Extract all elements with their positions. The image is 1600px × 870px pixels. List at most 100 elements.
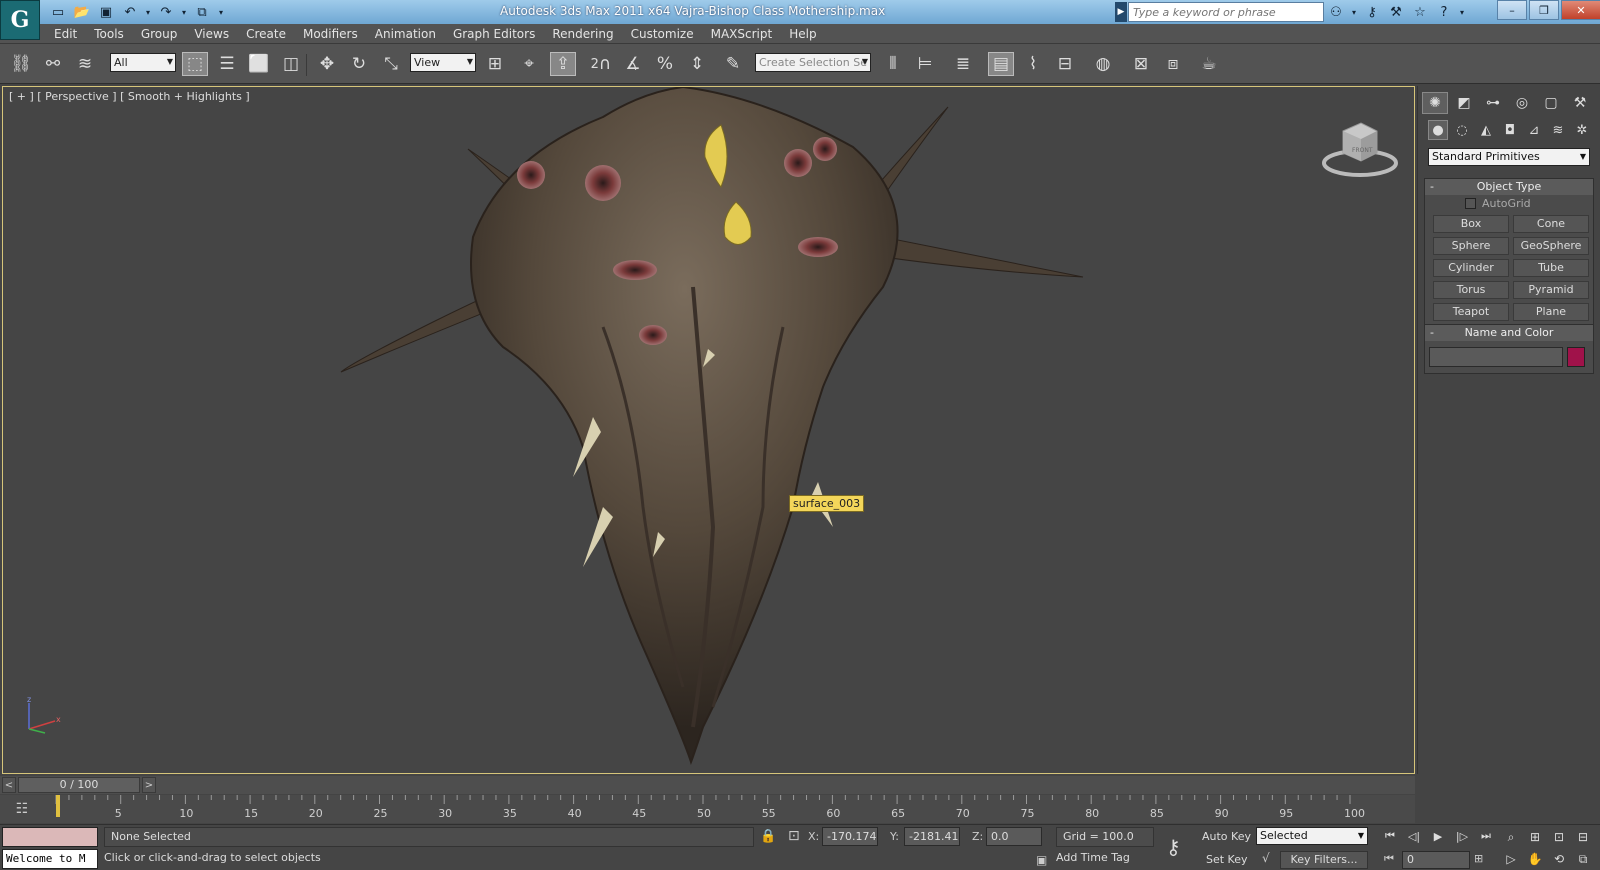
app-menu-button[interactable]: G [0, 0, 40, 40]
hierarchy-tab-icon[interactable]: ⊶ [1480, 92, 1506, 114]
maximize-button[interactable]: ❐ [1529, 0, 1559, 20]
undo-dropdown-icon[interactable]: ▾ [144, 2, 152, 22]
object-name-field[interactable] [1429, 347, 1563, 367]
binoculars-dropdown-icon[interactable]: ▾ [1350, 2, 1358, 22]
time-configuration-icon[interactable]: ⊞ [1474, 852, 1483, 865]
autogrid-checkbox[interactable] [1465, 198, 1476, 209]
selection-lock-icon[interactable]: 🔒 [760, 829, 776, 844]
pan-icon[interactable]: ✋ [1524, 849, 1546, 869]
graphite-modeling-tools-icon[interactable]: ▤ [988, 52, 1014, 76]
reference-coordinate-dropdown[interactable]: View ▼ [410, 53, 476, 72]
absolute-mode-transform-icon[interactable]: ⊡ [788, 828, 800, 844]
object-type-rollout-header[interactable]: - Object Type [1425, 179, 1593, 195]
zoom-icon[interactable]: ⌕ [1500, 827, 1522, 847]
help-icon[interactable]: ? [1434, 2, 1454, 22]
minimize-button[interactable]: – [1497, 0, 1527, 20]
mothership-model[interactable] [3, 87, 1415, 774]
menu-animation[interactable]: Animation [375, 27, 436, 41]
current-frame-field[interactable]: 0 [1402, 851, 1470, 869]
menu-create[interactable]: Create [246, 27, 286, 41]
binoculars-icon[interactable]: ⚇ [1326, 2, 1346, 22]
sphere-button[interactable]: Sphere [1433, 237, 1509, 255]
maxscript-output[interactable]: Welcome to M [2, 849, 98, 869]
viewcube[interactable]: FRONT [1321, 117, 1399, 181]
y-coordinate-field[interactable]: -2181.41 [904, 827, 960, 846]
qat-customize-icon[interactable]: ▾ [216, 2, 226, 22]
search-box[interactable] [1128, 2, 1324, 22]
communication-center-icon[interactable]: ⚒ [1386, 2, 1406, 22]
menu-edit[interactable]: Edit [54, 27, 77, 41]
open-mini-curve-editor-icon[interactable]: ☷ [6, 799, 38, 819]
keyboard-shortcut-override-icon[interactable]: ⇪ [550, 52, 576, 76]
z-coordinate-field[interactable]: 0.0 [986, 827, 1042, 846]
maximize-viewport-icon[interactable]: ⧉ [1572, 849, 1594, 869]
pyramid-button[interactable]: Pyramid [1513, 281, 1589, 299]
key-filters-button[interactable]: Key Filters... [1280, 851, 1368, 869]
open-file-icon[interactable]: 📂 [72, 2, 92, 22]
previous-frame-icon[interactable]: ◁| [1404, 827, 1424, 845]
go-to-start-icon[interactable]: ⏮ [1380, 827, 1400, 845]
snaps-toggle-icon[interactable]: 2 ∩ [588, 52, 614, 76]
curve-editor-icon[interactable]: ⌇ [1020, 52, 1046, 76]
render-setup-icon[interactable]: ⊠ [1128, 52, 1154, 76]
perspective-viewport[interactable]: [ + ] [ Perspective ] [ Smooth + Highlig… [2, 86, 1415, 774]
menu-views[interactable]: Views [194, 27, 229, 41]
rectangular-selection-icon[interactable]: ⬜ [246, 52, 272, 76]
menu-modifiers[interactable]: Modifiers [303, 27, 358, 41]
new-file-icon[interactable]: ▭ [48, 2, 68, 22]
systems-icon[interactable]: ✲ [1572, 120, 1592, 140]
align-icon[interactable]: ⊨ [912, 52, 938, 76]
auto-key-button[interactable]: Auto Key [1202, 830, 1251, 843]
time-slider-prev-icon[interactable]: < [2, 777, 16, 793]
geometry-icon[interactable]: ● [1428, 120, 1448, 140]
key-tool-icon[interactable]: ⚷ [1362, 2, 1382, 22]
schematic-view-icon[interactable]: ⊟ [1052, 52, 1078, 76]
object-category-dropdown[interactable]: Standard Primitives ▼ [1428, 148, 1590, 166]
mirror-icon[interactable]: ⫴ [880, 52, 906, 76]
window-crossing-icon[interactable]: ◫ [278, 52, 304, 76]
zoom-extents-all-icon[interactable]: ⊟ [1572, 827, 1594, 847]
menu-maxscript[interactable]: MAXScript [711, 27, 773, 41]
cone-button[interactable]: Cone [1513, 215, 1589, 233]
bind-to-space-warp-icon[interactable]: ≋ [72, 52, 98, 76]
tube-button[interactable]: Tube [1513, 259, 1589, 277]
select-and-move-icon[interactable]: ✥ [314, 52, 340, 76]
key-mode-dropdown[interactable]: Selected ▼ [1256, 827, 1368, 845]
rendered-frame-window-icon[interactable]: ⧈ [1160, 52, 1186, 76]
motion-tab-icon[interactable]: ◎ [1509, 92, 1535, 114]
space-warps-icon[interactable]: ≋ [1548, 120, 1568, 140]
set-key-icon[interactable]: ⚷ [1166, 835, 1181, 859]
save-file-icon[interactable]: ▣ [96, 2, 116, 22]
lights-icon[interactable]: ◭ [1476, 120, 1496, 140]
search-expand-icon[interactable]: ▶ [1115, 2, 1127, 22]
torus-button[interactable]: Torus [1433, 281, 1509, 299]
teapot-button[interactable]: Teapot [1433, 303, 1509, 321]
zoom-extents-icon[interactable]: ⊡ [1548, 827, 1570, 847]
select-by-name-icon[interactable]: ☰ [214, 52, 240, 76]
unlink-selection-icon[interactable]: ⚯ [40, 52, 66, 76]
geosphere-button[interactable]: GeoSphere [1513, 237, 1589, 255]
autogrid-option[interactable]: AutoGrid [1465, 197, 1593, 210]
cameras-icon[interactable]: ◘ [1500, 120, 1520, 140]
utilities-tab-icon[interactable]: ⚒ [1567, 92, 1593, 114]
selection-filter-dropdown[interactable]: All ▼ [110, 53, 176, 72]
default-tangents-icon[interactable]: √ [1262, 851, 1270, 865]
menu-tools[interactable]: Tools [94, 27, 124, 41]
time-slider-thumb[interactable]: 0 / 100 [18, 777, 140, 793]
object-color-swatch[interactable] [1567, 347, 1585, 367]
close-button[interactable]: ✕ [1561, 0, 1600, 20]
key-mode-toggle-icon[interactable]: ⏮ [1384, 852, 1394, 866]
plane-button[interactable]: Plane [1513, 303, 1589, 321]
add-time-tag[interactable]: Add Time Tag [1056, 851, 1130, 864]
time-tag-icon[interactable]: ▣ [1036, 853, 1047, 867]
track-ruler[interactable]: 5 10 15 20 25 30 35 40 45 50 55 60 65 70 75 80 85 90 95 100 [50, 795, 1408, 823]
redo-dropdown-icon[interactable]: ▾ [180, 2, 188, 22]
select-and-manipulate-icon[interactable]: ⌖ [516, 52, 542, 76]
render-production-icon[interactable]: ☕ [1196, 52, 1222, 76]
name-and-color-rollout-header[interactable]: - Name and Color [1425, 325, 1593, 341]
create-tab-icon[interactable]: ✺ [1422, 92, 1448, 114]
set-key-button[interactable]: Set Key [1206, 853, 1248, 866]
material-editor-icon[interactable]: ◍ [1090, 52, 1116, 76]
select-and-scale-icon[interactable]: ⤡ [378, 52, 404, 76]
help-dropdown-icon[interactable]: ▾ [1458, 2, 1466, 22]
